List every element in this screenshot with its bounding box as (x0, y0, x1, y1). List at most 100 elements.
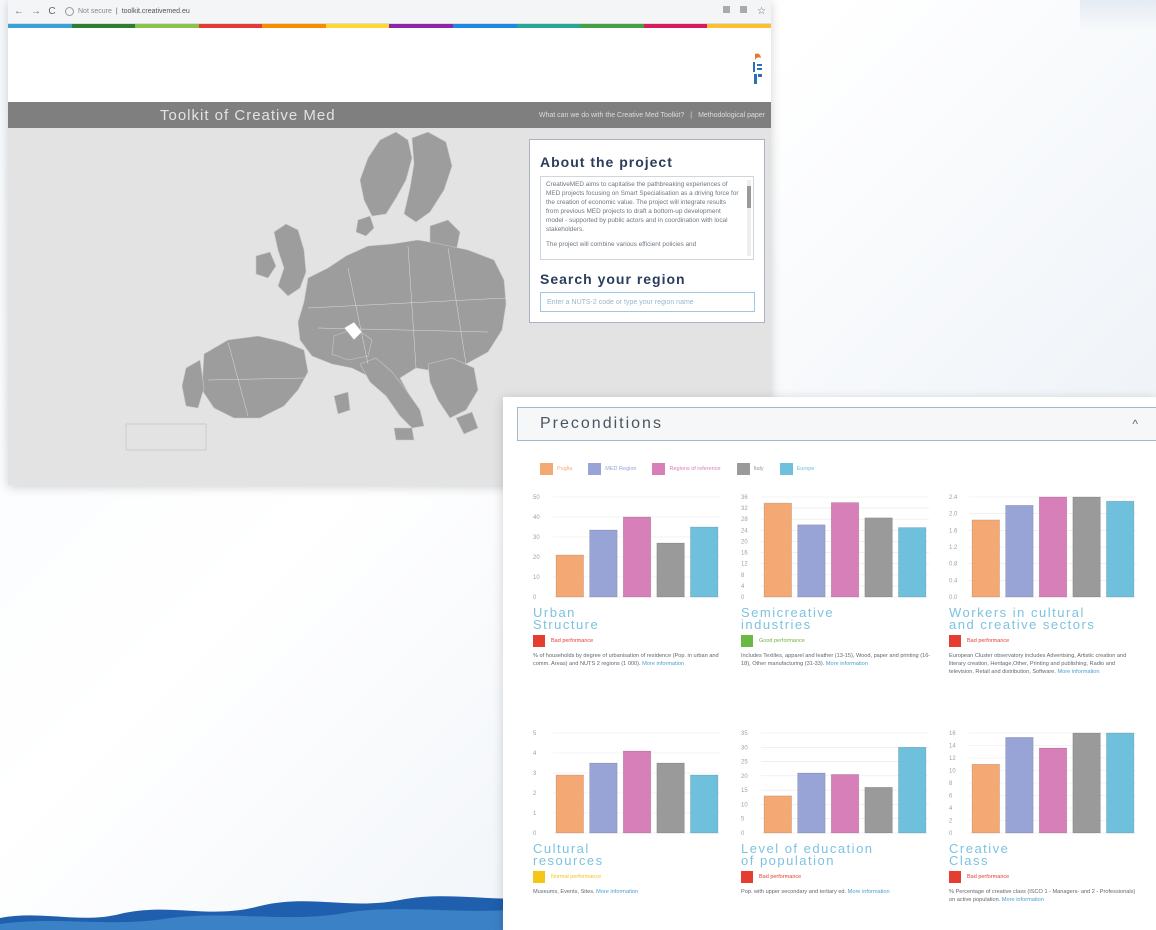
chevron-up-icon[interactable]: ^ (1132, 417, 1138, 431)
scrollbar-thumb[interactable] (747, 186, 751, 208)
chart-title-line-2: of population (741, 853, 835, 868)
preconditions-accordion-header[interactable]: Preconditions ^ (517, 407, 1156, 441)
y-tick-label: 2 (533, 791, 537, 797)
region-search-input[interactable] (540, 292, 755, 312)
bar-regions-of-reference[interactable] (1038, 747, 1068, 834)
chart-title[interactable]: Creative Class (945, 842, 1141, 868)
canary-islands-inset (125, 423, 207, 451)
bar-med-region[interactable] (1005, 505, 1034, 598)
legend-item-regions-of-reference[interactable]: Regions of reference (652, 463, 721, 475)
bar-europe[interactable] (690, 774, 719, 834)
bar-regions-of-reference[interactable] (830, 502, 860, 598)
performance-indicator (741, 635, 753, 647)
y-tick-label: 10 (741, 802, 748, 808)
y-tick-label: 20 (741, 774, 748, 780)
more-information-link[interactable]: More information (1058, 669, 1100, 675)
nav-separator: | (690, 111, 693, 119)
nav-link-methodological-paper[interactable]: Methodological paper (698, 112, 765, 119)
address-bar[interactable]: Not secure | toolkit.creativemed.eu (65, 7, 190, 16)
bar-europe[interactable] (690, 526, 719, 598)
performance-badge: Bad performance (529, 635, 725, 647)
about-scrollbar[interactable] (747, 180, 751, 256)
more-information-link[interactable]: More information (826, 661, 868, 667)
bar-italy[interactable] (1072, 732, 1101, 834)
bar-italy[interactable] (864, 517, 893, 598)
translate-icon[interactable] (723, 6, 730, 13)
bar-puglia[interactable] (555, 554, 584, 598)
y-tick-label: 50 (533, 495, 540, 501)
chart-title[interactable]: Urban Structure (529, 606, 725, 631)
chart-card-cultural-resources: 0 1 2 3 4 5 Cultural resources Normal perform… (529, 727, 725, 896)
bar-puglia[interactable] (971, 763, 1000, 834)
chart-title-line-2: industries (741, 617, 812, 632)
bar-regions-of-reference[interactable] (1038, 496, 1068, 598)
bar-europe[interactable] (898, 527, 927, 598)
legend-item-italy[interactable]: Italy (736, 463, 764, 475)
performance-indicator (741, 871, 753, 883)
bar-med-region[interactable] (589, 762, 618, 834)
legend-label: Europe (796, 466, 815, 472)
security-label: Not secure (78, 8, 112, 15)
y-tick-label: 0 (741, 831, 745, 837)
y-tick-label: 32 (741, 506, 748, 512)
bar-puglia[interactable] (763, 502, 792, 598)
zoom-icon[interactable] (740, 6, 747, 13)
y-tick-label: 2.0 (949, 512, 958, 518)
y-tick-label: 36 (741, 495, 748, 501)
info-icon[interactable] (65, 7, 74, 16)
bar-med-region[interactable] (589, 529, 618, 598)
chart-description: % of households by degree of urbanisatio… (529, 652, 725, 668)
more-information-link[interactable]: More information (642, 661, 684, 667)
nav-link-what-can-we-do[interactable]: What can we do with the Creative Med Too… (539, 112, 684, 119)
description-text: % of households by degree of urbanisatio… (533, 653, 719, 667)
bar-regions-of-reference[interactable] (622, 750, 652, 834)
y-tick-label: 4 (741, 584, 745, 590)
bar-italy[interactable] (656, 542, 685, 598)
bar-italy[interactable] (864, 786, 893, 834)
legend-item-europe[interactable]: Europe (779, 463, 815, 475)
bar-med-region[interactable] (797, 524, 826, 598)
chart-title[interactable]: Workers in cultural and creative sectors (945, 606, 1141, 631)
performance-badge: Bad performance (737, 871, 933, 883)
chart-card-semicreative-industries: 0 4 8 12 16 20 24 28 32 36 Semicreative industrie… (737, 491, 933, 668)
bar-europe[interactable] (1106, 732, 1135, 834)
bar-chart: 0 1 2 3 4 5 (533, 731, 721, 837)
bar-regions-of-reference[interactable] (830, 774, 860, 834)
bar-regions-of-reference[interactable] (622, 516, 652, 598)
about-text-box[interactable]: CreativeMED aims to capitalise the pathb… (540, 176, 754, 260)
chart-title-line-2: Class (949, 853, 990, 868)
more-information-link[interactable]: More information (596, 889, 638, 895)
bar-italy[interactable] (1072, 496, 1101, 598)
chart-title[interactable]: Level of education of population (737, 842, 933, 868)
y-tick-label: 16 (741, 551, 748, 557)
bookmark-star-icon[interactable]: ☆ (757, 6, 766, 17)
y-tick-label: 10 (949, 769, 956, 775)
performance-indicator (533, 635, 545, 647)
url-separator: | (115, 8, 118, 15)
y-tick-label: 30 (741, 745, 748, 751)
bar-puglia[interactable] (555, 774, 584, 834)
legend-swatch (540, 463, 553, 475)
y-tick-label: 3 (533, 771, 537, 777)
more-information-link[interactable]: More information (848, 889, 890, 895)
site-title[interactable]: Toolkit of Creative Med (160, 107, 336, 124)
chart-title[interactable]: Cultural resources (529, 842, 725, 867)
legend-item-med-region[interactable]: MED Region (588, 463, 636, 475)
bar-europe[interactable] (898, 746, 927, 834)
more-information-link[interactable]: More information (1002, 897, 1044, 903)
performance-badge: Good performance (737, 635, 933, 647)
bar-italy[interactable] (656, 762, 685, 834)
bar-puglia[interactable] (763, 795, 792, 834)
y-tick-label: 24 (741, 528, 748, 534)
description-text: Pop. with upper secondary and tertiary e… (741, 889, 847, 895)
chart-title[interactable]: Semicreative industries (737, 606, 933, 632)
bar-puglia[interactable] (971, 519, 1000, 598)
bar-med-region[interactable] (1005, 737, 1034, 834)
forward-arrow-icon[interactable]: → (31, 6, 41, 17)
bar-med-region[interactable] (797, 772, 826, 834)
bar-europe[interactable] (1106, 500, 1135, 598)
preconditions-title: Preconditions (540, 415, 663, 432)
legend-item-puglia[interactable]: Puglia (540, 463, 572, 475)
back-arrow-icon[interactable]: ← (14, 6, 24, 17)
reload-icon[interactable]: C (48, 6, 56, 17)
